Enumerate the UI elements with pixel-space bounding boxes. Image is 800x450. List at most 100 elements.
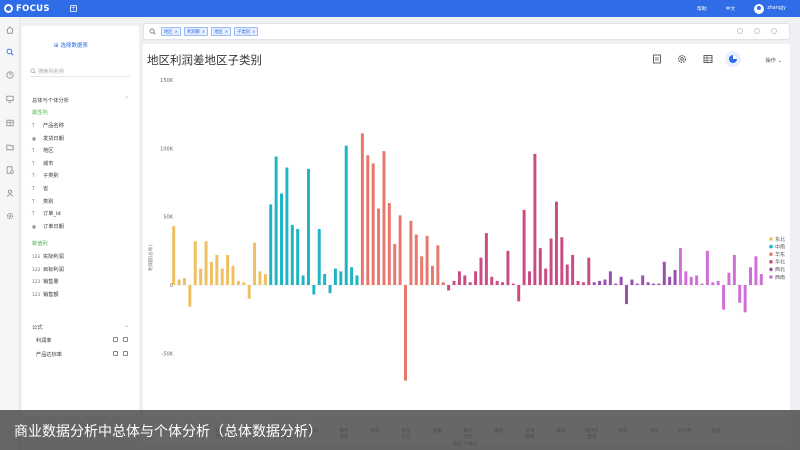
bar	[296, 228, 300, 285]
bar	[549, 238, 553, 285]
bar	[404, 285, 407, 381]
bar	[425, 235, 429, 285]
bar	[668, 276, 672, 285]
bar	[436, 245, 440, 285]
bar	[673, 269, 677, 285]
bar	[749, 267, 753, 285]
bar	[333, 268, 337, 285]
bar	[635, 283, 639, 285]
bar	[177, 279, 181, 285]
bar	[619, 276, 623, 285]
bar	[312, 285, 316, 295]
y-tick-label: -50K	[162, 351, 174, 357]
bar	[544, 268, 548, 285]
bar	[684, 271, 688, 285]
y-tick-label: 50K	[163, 215, 173, 221]
bar	[727, 272, 731, 285]
bar	[339, 271, 343, 285]
bar	[695, 275, 699, 285]
bar	[463, 275, 467, 285]
bar	[732, 254, 736, 285]
bar	[592, 282, 596, 285]
bar	[360, 133, 364, 285]
bar	[517, 285, 521, 302]
bar	[528, 271, 531, 285]
bar	[571, 254, 575, 285]
bar	[479, 257, 483, 285]
bar	[226, 254, 230, 285]
bar	[350, 267, 354, 285]
bar	[608, 271, 612, 285]
bar	[182, 278, 186, 285]
bar	[204, 241, 208, 285]
legend-marker	[769, 244, 773, 249]
bar	[441, 282, 445, 285]
legend-marker	[769, 260, 773, 264]
bar	[280, 193, 283, 285]
bar	[430, 265, 434, 285]
bar	[398, 215, 402, 285]
bar	[209, 261, 213, 285]
caption-text: 商业数据分析中总体与个体分析（总体数据分析）	[14, 424, 322, 440]
bar	[474, 271, 478, 285]
bar	[193, 241, 197, 285]
bar	[657, 283, 661, 285]
bar-chart: 150K100K50K0-50K利润额(总和)东北中南华东华北西北西南东北中南华…	[147, 78, 785, 447]
bar	[495, 280, 499, 285]
bar	[301, 275, 305, 285]
bar	[328, 285, 332, 294]
bar	[215, 254, 219, 285]
bar	[738, 285, 742, 303]
bar	[598, 280, 602, 285]
legend-label: 华东	[775, 251, 785, 258]
bar	[468, 282, 472, 285]
bar	[587, 257, 591, 285]
bar	[662, 261, 666, 285]
legend-label: 东北	[775, 236, 785, 243]
bar	[490, 276, 494, 285]
bar	[560, 237, 564, 285]
bar	[371, 163, 375, 285]
legend-marker	[769, 267, 773, 272]
bar	[290, 224, 294, 285]
bar	[484, 233, 488, 285]
bar	[711, 282, 715, 285]
bar	[457, 271, 461, 285]
bar	[199, 268, 203, 285]
bar	[269, 204, 273, 285]
bar	[743, 285, 747, 313]
bar	[603, 279, 607, 285]
bar	[754, 256, 758, 285]
bar	[652, 283, 655, 285]
legend-marker	[769, 252, 773, 256]
bar	[274, 156, 278, 285]
bar	[705, 250, 709, 285]
bar	[678, 248, 682, 285]
bar	[625, 285, 629, 305]
bar	[387, 203, 391, 285]
bar	[511, 283, 515, 285]
bar	[581, 282, 585, 285]
legend-label: 西南	[775, 274, 785, 281]
bar	[506, 250, 510, 285]
legend-marker	[769, 237, 773, 241]
bar	[172, 226, 176, 285]
bar	[247, 285, 251, 299]
bar	[641, 275, 645, 285]
bar	[700, 283, 704, 285]
bar	[377, 208, 381, 285]
bar	[344, 145, 348, 285]
bar	[220, 268, 224, 285]
bar	[533, 153, 537, 285]
bar	[452, 280, 456, 285]
bar	[501, 282, 505, 285]
bar	[722, 285, 726, 310]
legend-marker	[769, 275, 773, 279]
bar	[393, 244, 397, 285]
bar	[538, 248, 542, 285]
bar	[565, 264, 569, 285]
bar	[447, 285, 451, 291]
y-tick-label: 100K	[160, 146, 174, 152]
bar	[323, 274, 327, 285]
bar	[306, 168, 310, 285]
